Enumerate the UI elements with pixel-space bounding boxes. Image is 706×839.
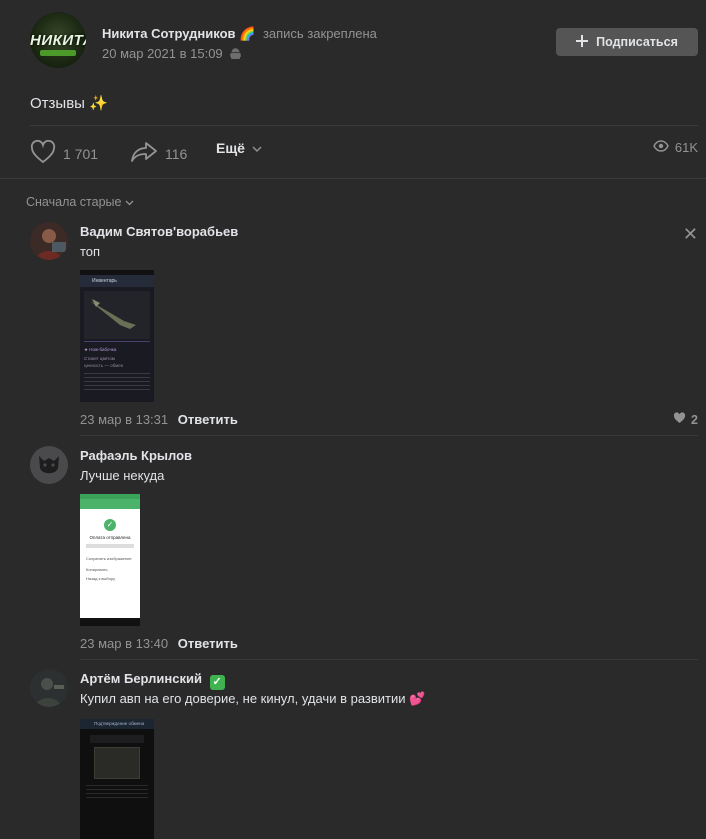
photo-line-1: Сохранить изображение xyxy=(86,556,132,561)
divider xyxy=(30,125,698,126)
photo-dialog xyxy=(94,747,140,779)
close-icon[interactable]: ✕ xyxy=(683,224,698,245)
commenter-name-line: Артём Берлинский ✓ xyxy=(80,671,225,690)
pinned-label: запись закреплена xyxy=(262,26,377,41)
avatar-decoration xyxy=(40,50,76,56)
comment-text: Лучше некуда xyxy=(80,468,165,483)
commenter-avatar[interactable] xyxy=(30,446,68,484)
photo-header xyxy=(80,499,140,509)
comment-footer: 23 мар в 13:31 Ответить xyxy=(80,412,238,427)
check-icon: ✓ xyxy=(104,519,116,531)
commenter-name[interactable]: Вадим Святов'ворабьев xyxy=(80,224,238,239)
views-count: 61K xyxy=(674,140,698,155)
comment-footer: 23 мар в 13:40 Ответить xyxy=(80,636,238,651)
photo-text-lines xyxy=(86,785,148,799)
heart-icon xyxy=(30,139,56,167)
comment-photo[interactable]: Инвентарь ★ Нож-бабочка Станет цветом це… xyxy=(80,270,154,402)
plus-icon xyxy=(576,34,589,50)
comment-item: Рафаэль Крылов Лучше некуда ✓ Оплата отп… xyxy=(30,446,698,656)
more-button[interactable]: Ещё xyxy=(216,140,262,156)
comments-sort[interactable]: Сначала старые xyxy=(26,195,134,209)
post-date[interactable]: 20 мар 2021 в 15:09 xyxy=(102,46,223,61)
heart-icon xyxy=(673,412,686,427)
sparkles-emoji: ✨ xyxy=(89,95,108,112)
photo-text-lines xyxy=(84,373,150,391)
author-name-line: Никита Сотрудников 🌈 запись закреплена xyxy=(102,26,377,42)
author-avatar[interactable]: НИКИТА xyxy=(30,12,86,68)
commenter-name[interactable]: Рафаэль Крылов xyxy=(80,448,192,463)
photo-line-2: Копировать xyxy=(86,567,108,572)
post-text-content: Отзывы xyxy=(30,95,85,112)
eye-icon xyxy=(653,140,669,155)
photo-title: Подтверждение обмена xyxy=(80,719,154,729)
photo-title: Инвентарь xyxy=(80,275,154,287)
subscribe-button[interactable]: Подписаться xyxy=(556,28,698,56)
chevron-down-icon xyxy=(252,140,262,156)
photo-line-3: ценность — обмен xyxy=(84,363,124,368)
like-count: 1 701 xyxy=(63,145,99,162)
photo-divider xyxy=(84,341,150,342)
photo-line-1: ★ Нож-бабочка xyxy=(84,347,117,352)
views-counter: 61K xyxy=(653,140,698,155)
knife-image xyxy=(84,291,150,339)
check-badge-icon: ✓ xyxy=(209,675,225,690)
comment-photo[interactable]: Подтверждение обмена xyxy=(80,719,154,839)
comment-item: Вадим Святов'ворабьев топ ✕ Инвентарь ★ … xyxy=(30,222,698,434)
rainbow-emoji: 🌈 xyxy=(239,26,256,41)
more-label: Ещё xyxy=(216,140,245,156)
android-icon xyxy=(230,48,242,63)
sort-label: Сначала старые xyxy=(26,195,122,209)
chevron-down-icon xyxy=(125,195,134,209)
comment-date[interactable]: 23 мар в 13:40 xyxy=(80,636,168,651)
comment-like-button[interactable]: 2 xyxy=(673,412,698,427)
post-text: Отзывы ✨ xyxy=(30,94,108,112)
post-actions: 1 701 116 Ещё 61K xyxy=(30,139,698,167)
reply-button[interactable]: Ответить xyxy=(178,636,238,651)
comment-text: топ xyxy=(80,244,101,259)
author-name[interactable]: Никита Сотрудников xyxy=(102,26,236,41)
post-card: НИКИТА Никита Сотрудников 🌈 запись закре… xyxy=(0,0,706,839)
commenter-name[interactable]: Артём Берлинский xyxy=(80,671,202,686)
commenter-avatar[interactable] xyxy=(30,222,68,260)
post-header: НИКИТА Никита Сотрудников 🌈 запись закре… xyxy=(30,12,698,72)
photo-title: Оплата отправлена xyxy=(89,535,131,540)
divider xyxy=(80,435,698,436)
share-button[interactable]: 116 xyxy=(130,140,187,167)
comment-date[interactable]: 23 мар в 13:31 xyxy=(80,412,168,427)
phone-navbar xyxy=(80,618,140,626)
comment-item: Артём Берлинский ✓ Купил авп на его дове… xyxy=(30,669,698,839)
photo-block xyxy=(90,735,144,743)
subscribe-label: Подписаться xyxy=(596,35,678,49)
comment-text-line: Купил авп на его доверие, не кинул, удач… xyxy=(80,691,425,707)
photo-line-2: Станет цветом xyxy=(84,356,115,361)
share-icon xyxy=(130,140,158,167)
commenter-avatar[interactable] xyxy=(30,669,68,707)
divider xyxy=(0,178,706,179)
comment-text: Купил авп на его доверие, не кинул, удач… xyxy=(80,691,406,706)
reply-button[interactable]: Ответить xyxy=(178,412,238,427)
like-button[interactable]: 1 701 xyxy=(30,139,99,167)
avatar-logo-text: НИКИТА xyxy=(30,32,86,49)
share-count: 116 xyxy=(165,145,188,162)
comment-photo[interactable]: ✓ Оплата отправлена Сохранить изображени… xyxy=(80,494,140,626)
comment-like-count: 2 xyxy=(691,412,698,427)
divider xyxy=(80,659,698,660)
post-date-line: 20 мар 2021 в 15:09 xyxy=(102,46,242,63)
photo-line-3: Назад к выбору xyxy=(86,576,116,581)
hearts-emoji: 💕 xyxy=(409,691,426,706)
photo-amount xyxy=(86,544,134,548)
